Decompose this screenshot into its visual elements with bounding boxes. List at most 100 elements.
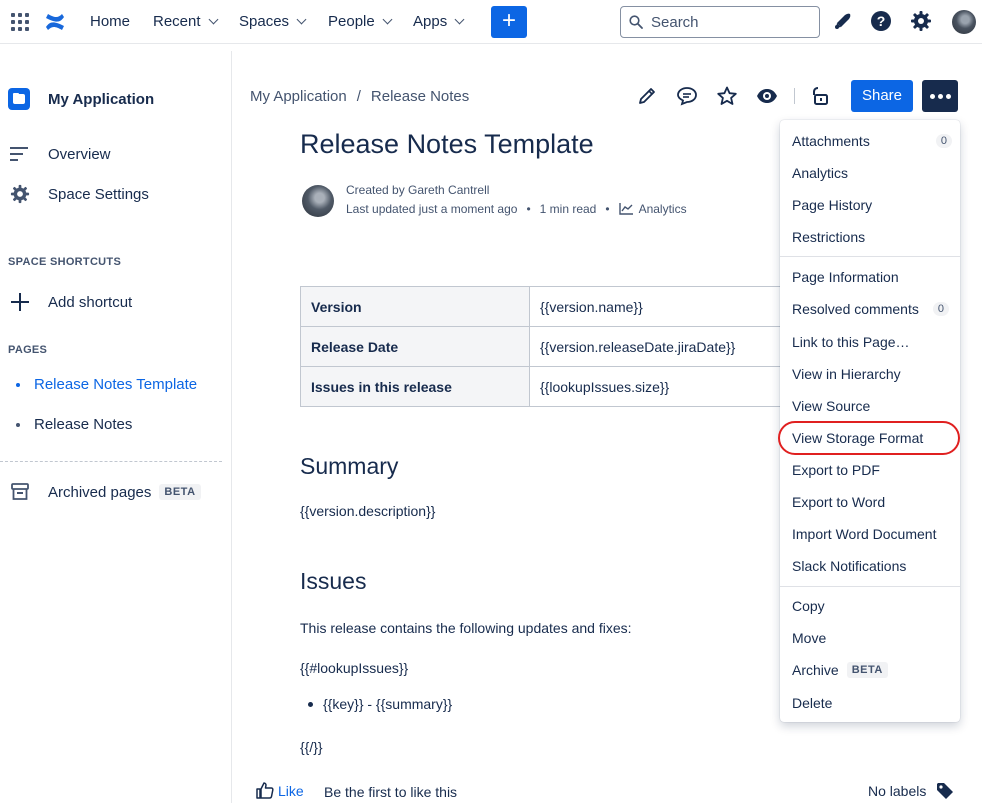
menu-item-label: View in Hierarchy [792, 366, 901, 382]
sidebar-archived-pages[interactable]: Archived pages BETA [10, 482, 201, 502]
sidebar-item-label: Overview [48, 145, 111, 163]
menu-item-view-source[interactable]: View Source [792, 398, 952, 414]
profile-avatar[interactable] [952, 10, 976, 34]
menu-item-resolved-comments[interactable]: Resolved comments 0 [792, 301, 952, 317]
confluence-logo-icon[interactable] [44, 11, 66, 38]
search-input[interactable] [651, 13, 801, 31]
pages-heading: PAGES [8, 344, 48, 356]
watch-icon[interactable] [755, 86, 777, 108]
nav-apps[interactable]: Apps [413, 13, 465, 30]
menu-item-slack-notifications[interactable]: Slack Notifications [792, 558, 952, 574]
archive-icon [10, 482, 30, 502]
space-folder-icon [8, 88, 30, 110]
summary-heading: Summary [300, 453, 399, 479]
create-button[interactable]: + [491, 6, 527, 38]
menu-item-label: Archive [792, 662, 839, 678]
menu-item-export-to-pdf[interactable]: Export to PDF [792, 462, 952, 478]
app-switcher-icon[interactable] [10, 12, 30, 32]
breadcrumb-page[interactable]: Release Notes [371, 88, 469, 105]
help-icon[interactable]: ? [870, 10, 894, 34]
no-labels-text: No labels [868, 783, 927, 799]
chevron-down-icon [296, 14, 307, 25]
table-cell-key: Version [300, 286, 530, 327]
menu-item-label: Analytics [792, 165, 849, 181]
table-cell-value: {{version.name}} [529, 286, 790, 327]
menu-item-archive[interactable]: Archive BETA [792, 662, 952, 678]
share-button[interactable]: Share [851, 80, 913, 112]
toolbar-divider [794, 88, 795, 104]
svg-text:?: ? [877, 13, 886, 29]
top-navigation: Home Recent Spaces People Apps + ? [0, 0, 982, 44]
menu-item-move[interactable]: Move [792, 630, 952, 646]
space-header[interactable]: My Application [8, 88, 154, 110]
issues-heading: Issues [300, 568, 367, 594]
table-cell-value: {{lookupIssues.size}} [529, 366, 790, 407]
menu-item-delete[interactable]: Delete [792, 695, 952, 711]
menu-item-label: Delete [792, 695, 833, 711]
space-sidebar: My Application Overview Space Settings S… [0, 51, 232, 803]
archived-pages-label: Archived pages [48, 483, 152, 501]
restrictions-icon[interactable] [809, 86, 831, 108]
page-title: Release Notes Template [300, 129, 594, 159]
sidebar-page-release-notes[interactable]: Release Notes [16, 416, 132, 433]
menu-item-export-to-word[interactable]: Export to Word [792, 494, 952, 510]
menu-item-page-history[interactable]: Page History [792, 197, 952, 213]
menu-item-copy[interactable]: Copy [792, 598, 952, 614]
table-cell-value: {{version.releaseDate.jiraDate}} [529, 326, 790, 367]
bullet-icon [16, 382, 20, 387]
notifications-icon[interactable] [832, 10, 856, 34]
beta-badge: BETA [846, 662, 888, 678]
metadata-separator: • [605, 202, 610, 216]
analytics-link[interactable]: Analytics [618, 202, 687, 216]
table-cell-key: Release Date [300, 326, 530, 367]
menu-item-view-in-hierarchy[interactable]: View in Hierarchy [792, 366, 952, 382]
more-actions-icon[interactable] [922, 80, 958, 112]
plus-icon [10, 292, 30, 312]
menu-item-label: Page History [792, 197, 873, 213]
settings-icon[interactable] [910, 10, 934, 34]
nav-home[interactable]: Home [90, 13, 130, 30]
chevron-down-icon [382, 14, 393, 25]
menu-item-analytics[interactable]: Analytics [792, 165, 952, 181]
nav-spaces[interactable]: Spaces [239, 13, 307, 30]
tag-icon[interactable] [936, 782, 954, 800]
menu-item-import-word-document[interactable]: Import Word Document [792, 526, 952, 542]
nav-recent[interactable]: Recent [153, 13, 218, 30]
search-field[interactable] [620, 6, 820, 38]
issues-intro: This release contains the following upda… [300, 620, 632, 636]
sidebar-item-overview[interactable]: Overview [10, 144, 111, 164]
created-by: Created by Gareth Cantrell [346, 183, 490, 197]
author-avatar[interactable] [302, 185, 334, 217]
like-button[interactable]: Like [256, 782, 304, 799]
table-cell-key: Issues in this release [300, 366, 530, 407]
bullet-icon [308, 701, 313, 707]
nav-people[interactable]: People [328, 13, 393, 30]
nav-home-label: Home [90, 13, 131, 30]
star-icon[interactable] [716, 86, 738, 108]
space-name: My Application [48, 90, 155, 108]
menu-item-label: Export to PDF [792, 462, 880, 478]
menu-item-label: Link to this Page… [792, 334, 910, 350]
menu-item-page-information[interactable]: Page Information [792, 269, 952, 285]
menu-item-label: Restrictions [792, 229, 866, 245]
menu-item-label: Page Information [792, 269, 899, 285]
breadcrumb-space[interactable]: My Application [250, 88, 347, 105]
analytics-icon [618, 203, 633, 215]
page-link-label: Release Notes Template [34, 376, 198, 393]
menu-item-restrictions[interactable]: Restrictions [792, 229, 952, 245]
gear-icon [10, 184, 30, 204]
menu-item-link-to-page[interactable]: Link to this Page… [792, 334, 952, 350]
attachments-count: 0 [935, 134, 952, 148]
add-shortcut-button[interactable]: Add shortcut [10, 292, 132, 312]
menu-item-label: Move [792, 630, 827, 646]
sidebar-page-release-notes-template[interactable]: Release Notes Template [16, 376, 197, 393]
sidebar-item-space-settings[interactable]: Space Settings [10, 184, 149, 204]
table-row: Issues in this release {{lookupIssues.si… [300, 366, 790, 407]
comment-icon[interactable] [676, 86, 698, 108]
overview-icon [10, 144, 30, 164]
loop-end: {{/}} [300, 739, 323, 755]
edit-icon[interactable] [637, 86, 659, 108]
labels-area: No labels [868, 782, 954, 800]
sidebar-item-label: Space Settings [48, 185, 149, 203]
menu-item-attachments[interactable]: Attachments 0 [792, 133, 952, 149]
